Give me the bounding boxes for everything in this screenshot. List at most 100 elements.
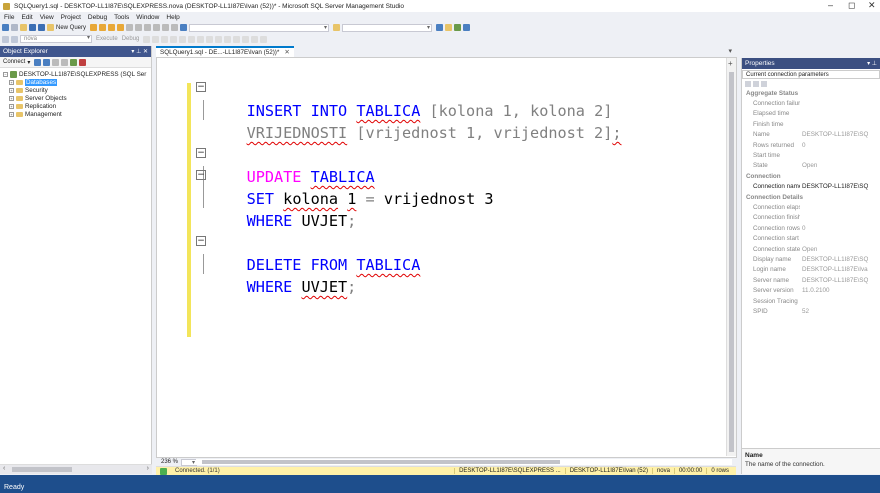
execute-button[interactable]: Execute (96, 36, 118, 42)
open-file-icon[interactable] (20, 24, 27, 31)
cut-icon[interactable] (126, 24, 134, 31)
property-pages-icon[interactable] (761, 81, 767, 87)
connect-button[interactable]: Connect (3, 59, 25, 65)
save-icon[interactable] (29, 24, 36, 31)
specify-values-icon[interactable] (260, 35, 268, 43)
tab-sqlquery1[interactable]: SQLQuery1.sql - DE...-LL1I87E\Ivan (52))… (156, 46, 294, 57)
scroll-thumb[interactable] (12, 467, 72, 472)
property-row[interactable]: Connection name DESKTOP-LL1I87E\SQ (742, 182, 880, 192)
property-row[interactable]: Display name DESKTOP-LL1I87E\SQ (742, 254, 880, 264)
property-row[interactable]: Connection finish t (742, 213, 880, 223)
query-dax-icon[interactable] (117, 24, 125, 31)
tree-node-databases[interactable]: + Databases (3, 78, 151, 86)
menu-window[interactable]: Window (136, 14, 159, 21)
property-row[interactable]: Connection rows r0 (742, 223, 880, 233)
debug-button[interactable]: Debug (122, 36, 140, 42)
filter-icon[interactable] (61, 58, 69, 66)
zoom-level[interactable]: 236 % (161, 459, 178, 465)
menu-tools[interactable]: Tools (114, 14, 129, 21)
undo-icon[interactable] (153, 24, 161, 31)
toolbox-icon[interactable] (445, 24, 453, 31)
object-explorer-icon[interactable] (454, 24, 462, 31)
menu-help[interactable]: Help (166, 14, 179, 21)
redo-icon[interactable] (162, 24, 170, 31)
categorized-icon[interactable] (745, 81, 751, 87)
navigate-icon[interactable] (171, 24, 179, 31)
property-row[interactable]: Connection elapse (742, 202, 880, 212)
property-row[interactable]: Session Tracing ID (742, 296, 880, 306)
comment-icon[interactable] (224, 35, 232, 43)
results-grid-icon[interactable] (206, 35, 214, 43)
property-row[interactable]: Rows returned 0 (742, 140, 880, 150)
property-row[interactable]: Server name DESKTOP-LL1I87E\SQ (742, 275, 880, 285)
display-plan-icon[interactable] (161, 35, 169, 43)
menu-project[interactable]: Project (61, 14, 81, 21)
zoom-dropdown[interactable] (181, 458, 198, 466)
property-category[interactable]: Connection (742, 171, 880, 181)
menu-edit[interactable]: Edit (21, 14, 32, 21)
refresh-icon[interactable] (70, 58, 78, 66)
include-plan-icon[interactable] (188, 35, 196, 43)
template-icon[interactable] (463, 24, 471, 31)
menu-debug[interactable]: Debug (88, 14, 107, 21)
expand-icon[interactable]: + (9, 103, 14, 109)
scroll-thumb[interactable] (729, 72, 734, 452)
property-row[interactable]: Connection state Open (742, 244, 880, 254)
forward-icon[interactable] (11, 24, 18, 31)
collapse-region-icon[interactable]: − (196, 148, 206, 158)
property-row[interactable]: Connection start ti (742, 233, 880, 243)
results-file-icon[interactable] (215, 35, 223, 43)
play-icon[interactable] (180, 24, 188, 31)
expand-icon[interactable]: + (9, 87, 14, 93)
disconnect-icon[interactable] (43, 58, 51, 66)
copy-icon[interactable] (135, 24, 143, 31)
save-all-icon[interactable] (38, 24, 45, 31)
property-category[interactable]: Connection Details (742, 192, 880, 202)
connect-dropdown-icon[interactable]: ▾ (27, 59, 30, 66)
split-icon[interactable]: + (728, 59, 733, 68)
expand-icon[interactable]: + (9, 79, 14, 85)
pane-pin-icon[interactable]: ▾ ⊥ (867, 60, 877, 67)
back-icon[interactable] (2, 24, 9, 31)
activity-monitor-icon[interactable] (79, 58, 87, 66)
property-row[interactable]: Elapsed time (742, 109, 880, 119)
scroll-left-icon[interactable]: ‹ (3, 465, 5, 472)
menu-view[interactable]: View (40, 14, 54, 21)
collapse-region-icon[interactable]: − (196, 236, 206, 246)
property-row[interactable]: Name DESKTOP-LL1I87E\SQ (742, 130, 880, 140)
intellisense-icon[interactable] (179, 35, 187, 43)
collapse-region-icon[interactable]: − (196, 82, 206, 92)
query-analysis-icon[interactable] (99, 24, 107, 31)
find-input[interactable] (342, 23, 433, 32)
increase-indent-icon[interactable] (251, 35, 259, 43)
decrease-indent-icon[interactable] (242, 35, 250, 43)
pane-pin-icon[interactable]: ▾ ⊥ ✕ (131, 48, 148, 55)
database-dropdown[interactable]: nova (20, 35, 92, 43)
tree-node-server-objects[interactable]: + Server Objects (3, 94, 151, 102)
solution-config-dropdown[interactable] (189, 23, 330, 32)
property-row[interactable]: Connection failure (742, 98, 880, 108)
tree-node-management[interactable]: + Management (3, 110, 151, 118)
expand-icon[interactable]: + (9, 111, 14, 117)
new-query-button[interactable]: New Query (56, 25, 86, 31)
connect-icon[interactable] (34, 58, 42, 66)
maximize-button[interactable]: ◻ (848, 0, 855, 11)
property-row[interactable]: Finish time (742, 119, 880, 129)
collapse-icon[interactable]: − (3, 71, 8, 77)
editor-vertical-scrollbar[interactable]: + (726, 58, 736, 456)
stop-icon[interactable] (52, 58, 60, 66)
scroll-right-icon[interactable]: › (147, 465, 149, 472)
query-db-icon[interactable] (90, 24, 98, 31)
properties-object-selector[interactable]: Current connection parameters (742, 70, 880, 79)
property-row[interactable]: Start time (742, 150, 880, 160)
tab-dropdown-icon[interactable]: ▾ (728, 47, 732, 55)
query-xmla-icon[interactable] (108, 24, 116, 31)
tree-server-node[interactable]: − DESKTOP-LL1I87E\SQLEXPRESS (SQL Ser (3, 70, 151, 78)
close-button[interactable]: ✕ (868, 0, 876, 11)
parse-icon[interactable] (152, 35, 160, 43)
paste-icon[interactable] (144, 24, 152, 31)
collapse-region-icon[interactable]: − (196, 170, 206, 180)
tree-node-security[interactable]: + Security (3, 86, 151, 94)
property-category[interactable]: Aggregate Status (742, 88, 880, 98)
alphabetical-icon[interactable] (753, 81, 759, 87)
